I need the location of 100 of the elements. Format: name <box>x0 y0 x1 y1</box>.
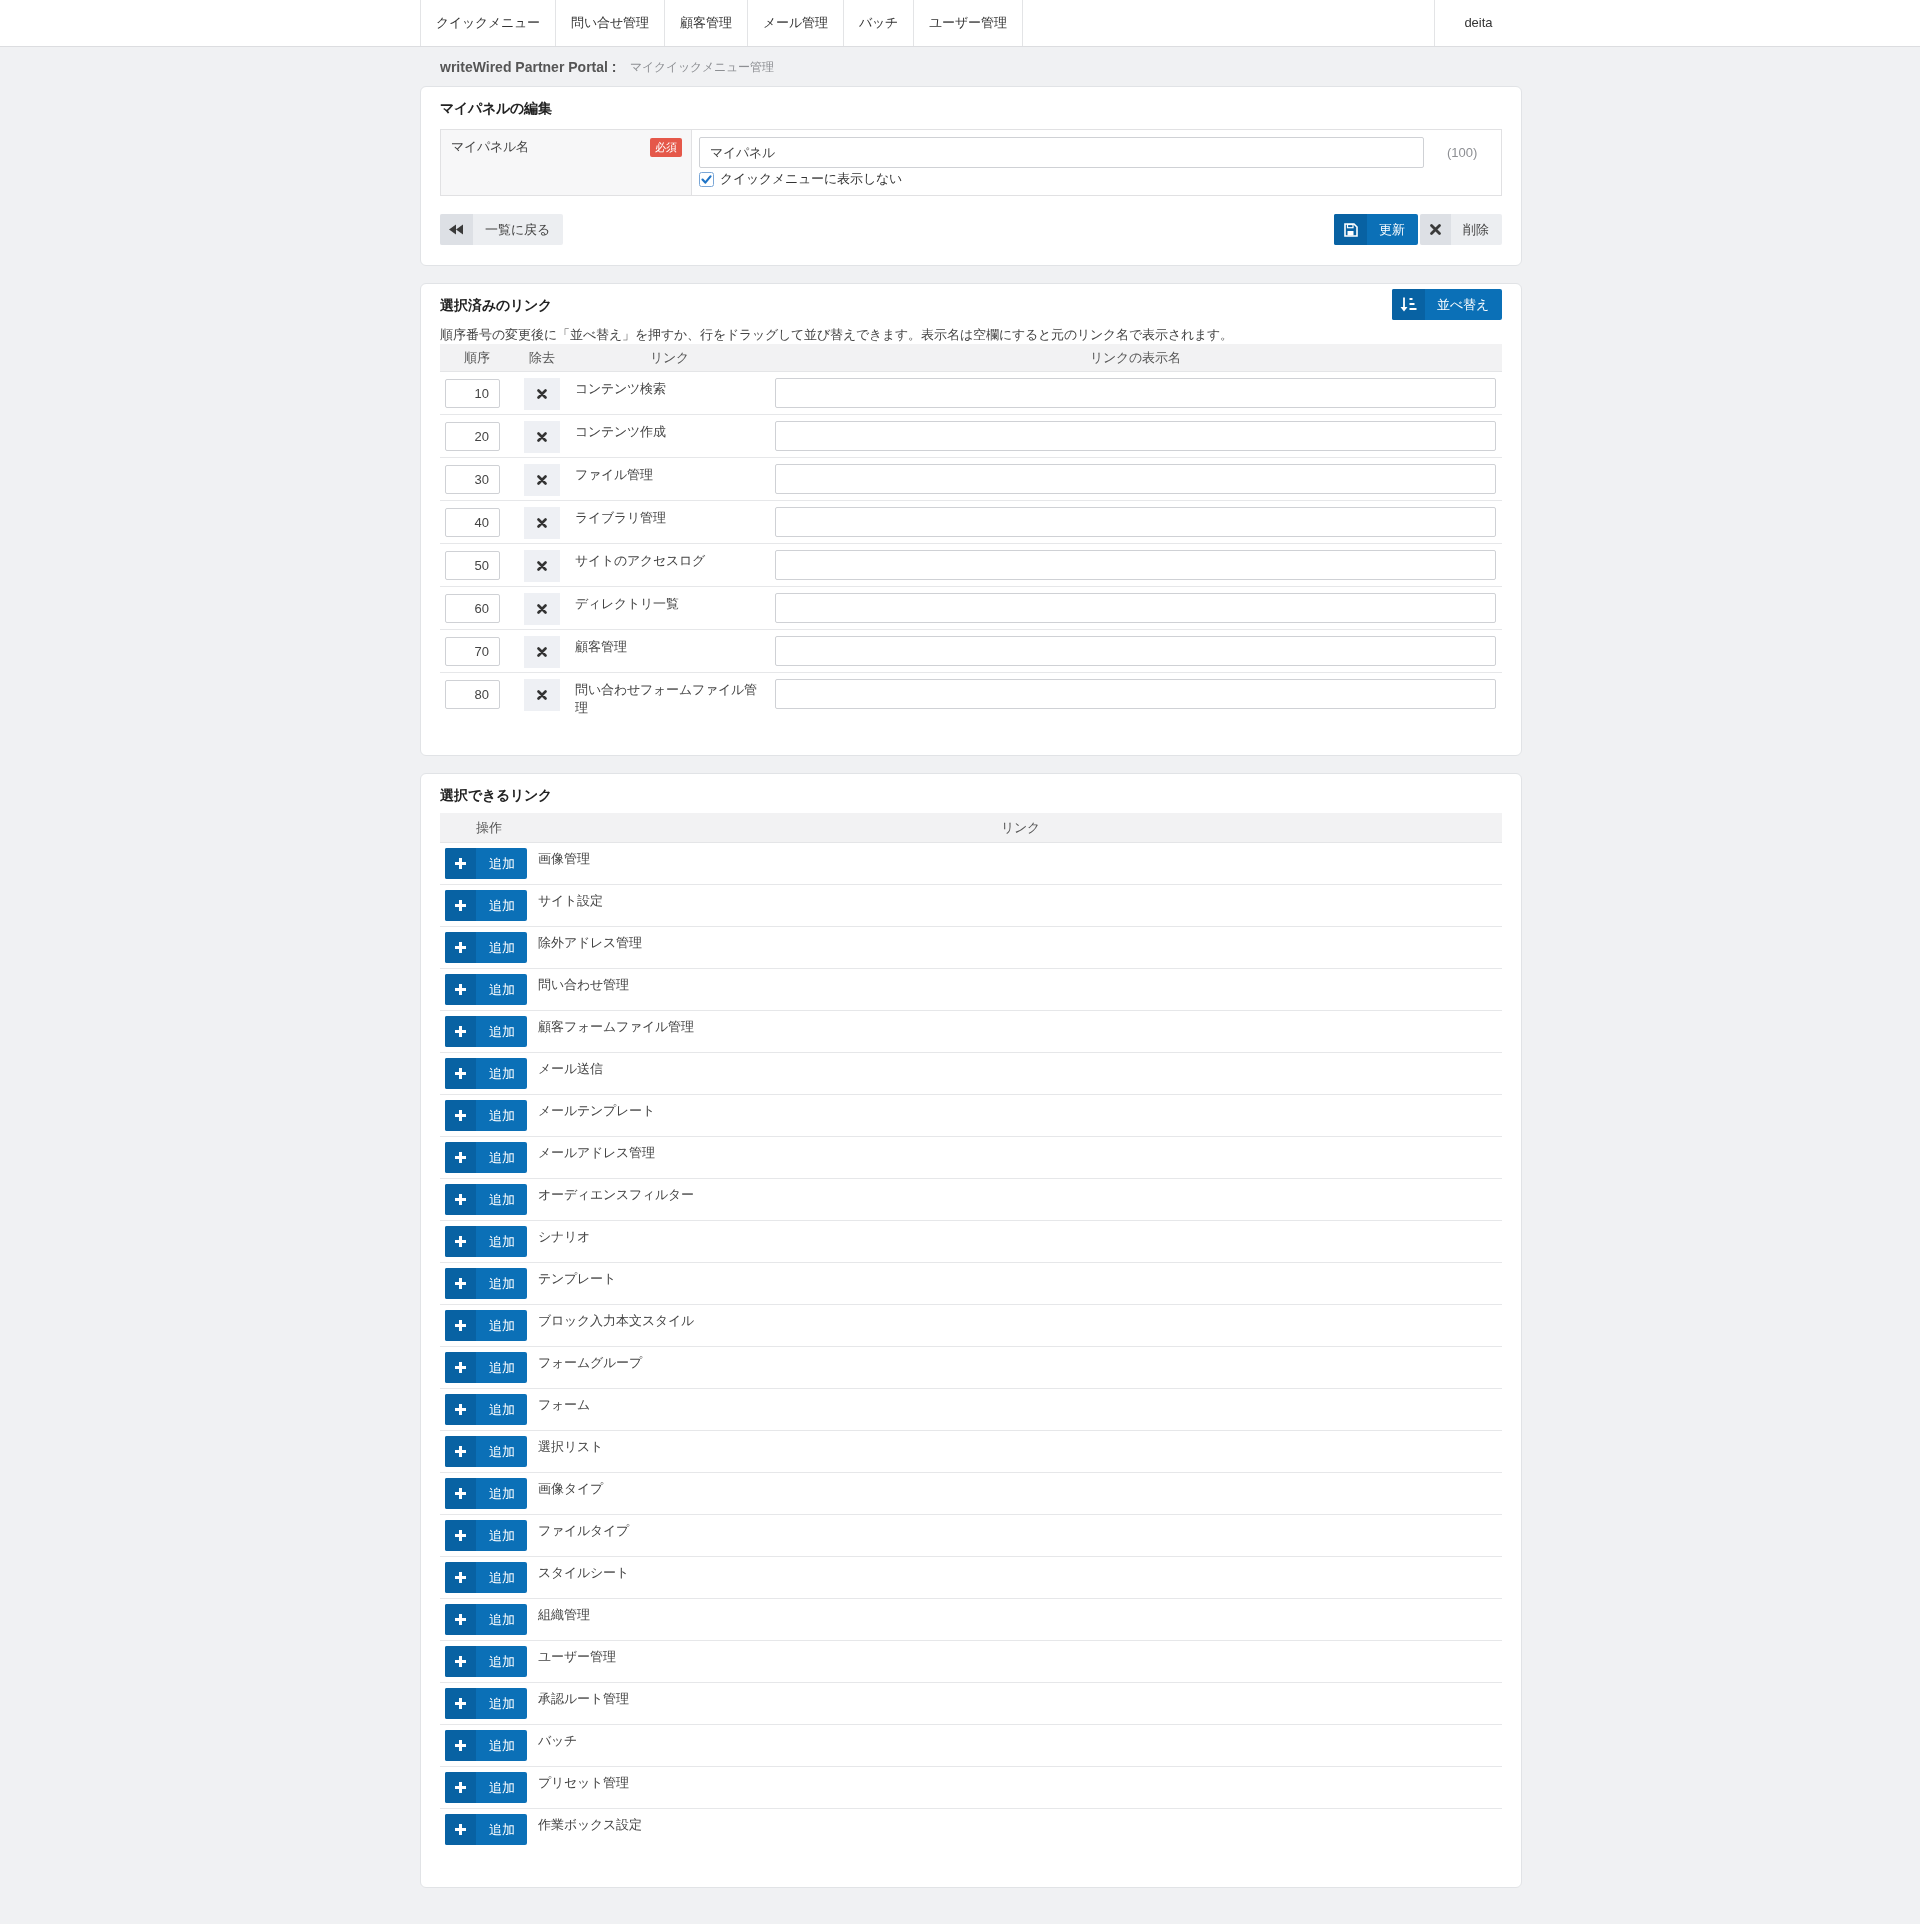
link-name: テンプレート <box>538 1270 616 1288</box>
add-button[interactable]: 追加 <box>445 1730 527 1761</box>
column-header: 操作 <box>476 818 502 837</box>
display-name-input[interactable] <box>775 421 1496 451</box>
plus-icon <box>445 1478 476 1509</box>
order-input[interactable]: 80 <box>445 680 500 709</box>
nav-menu-item[interactable]: ユーザー管理 <box>914 0 1023 46</box>
remove-button[interactable] <box>524 507 560 539</box>
display-name-input[interactable] <box>775 636 1496 666</box>
remove-button[interactable] <box>524 464 560 496</box>
column-header: リンク <box>1000 818 1040 837</box>
checkbox[interactable] <box>699 171 714 187</box>
nav-menu-item[interactable]: クイックメニュー <box>420 0 556 46</box>
user-menu[interactable]: deita <box>1434 0 1522 46</box>
section-title: マイパネルの編集 <box>440 99 553 118</box>
link-name: ユーザー管理 <box>538 1648 616 1666</box>
link-name: オーディエンスフィルター <box>538 1186 694 1204</box>
link-name: 除外アドレス管理 <box>538 934 642 952</box>
add-button[interactable]: 追加 <box>445 1394 527 1425</box>
plus-icon <box>445 1604 476 1635</box>
remove-button[interactable] <box>524 636 560 668</box>
order-input[interactable]: 60 <box>445 594 500 623</box>
add-button[interactable]: 追加 <box>445 1520 527 1551</box>
nav-menu-item[interactable]: バッチ <box>844 0 914 46</box>
plus-icon <box>445 1184 476 1215</box>
plus-icon <box>445 974 476 1005</box>
display-name-input[interactable] <box>775 464 1496 494</box>
display-name-input[interactable] <box>775 593 1496 623</box>
plus-icon <box>445 1394 476 1425</box>
add-button[interactable]: 追加 <box>445 1142 527 1173</box>
display-name-input[interactable] <box>775 378 1496 408</box>
add-button[interactable]: 追加 <box>445 1016 527 1047</box>
add-button[interactable]: 追加 <box>445 1646 527 1677</box>
display-name-input[interactable] <box>775 679 1496 709</box>
x-icon <box>537 561 547 571</box>
plus-icon <box>445 848 476 879</box>
add-button[interactable]: 追加 <box>445 848 527 879</box>
link-name: 画像タイプ <box>538 1480 603 1498</box>
plus-icon <box>445 1310 476 1341</box>
plus-icon <box>445 1730 476 1761</box>
add-button[interactable]: 追加 <box>445 1436 527 1467</box>
max-length-hint: (100) <box>1447 143 1478 162</box>
nav-menu-item[interactable]: 顧客管理 <box>665 0 748 46</box>
plus-icon <box>445 1352 476 1383</box>
add-button[interactable]: 追加 <box>445 1772 527 1803</box>
add-button[interactable]: 追加 <box>445 974 527 1005</box>
plus-icon <box>445 1226 476 1257</box>
plus-icon <box>445 1562 476 1593</box>
order-input[interactable]: 20 <box>445 422 500 451</box>
add-button[interactable]: 追加 <box>445 1226 527 1257</box>
delete-button[interactable]: 削除 <box>1420 214 1502 245</box>
link-name: 作業ボックス設定 <box>538 1816 642 1834</box>
add-button[interactable]: 追加 <box>445 890 527 921</box>
column-header: リンクの表示名 <box>1089 348 1181 367</box>
add-button[interactable]: 追加 <box>445 1604 527 1635</box>
add-button[interactable]: 追加 <box>445 1562 527 1593</box>
order-input[interactable]: 30 <box>445 465 500 494</box>
add-button[interactable]: 追加 <box>445 1310 527 1341</box>
panel-name-input[interactable]: マイパネル <box>699 137 1424 168</box>
plus-icon <box>445 1016 476 1047</box>
field-label: マイパネル名 <box>451 138 529 156</box>
remove-button[interactable] <box>524 679 560 711</box>
remove-button[interactable] <box>524 550 560 582</box>
display-name-input[interactable] <box>775 507 1496 537</box>
order-input[interactable]: 10 <box>445 379 500 408</box>
order-input[interactable]: 40 <box>445 508 500 537</box>
back-button[interactable]: 一覧に戻る <box>440 214 563 245</box>
link-name: 顧客フォームファイル管理 <box>538 1018 694 1036</box>
add-button[interactable]: 追加 <box>445 1478 527 1509</box>
order-input[interactable]: 50 <box>445 551 500 580</box>
plus-icon <box>445 1688 476 1719</box>
add-button[interactable]: 追加 <box>445 1058 527 1089</box>
sort-button[interactable]: 並べ替え <box>1392 289 1502 320</box>
close-icon <box>1420 214 1451 245</box>
display-name-input[interactable] <box>775 550 1496 580</box>
add-button[interactable]: 追加 <box>445 1814 527 1845</box>
add-button[interactable]: 追加 <box>445 1268 527 1299</box>
link-name: ブロック入力本文スタイル <box>538 1312 694 1330</box>
x-icon <box>537 432 547 442</box>
remove-button[interactable] <box>524 421 560 453</box>
add-button[interactable]: 追加 <box>445 1352 527 1383</box>
remove-button[interactable] <box>524 593 560 625</box>
x-icon <box>537 475 547 485</box>
column-header: 順序 <box>464 348 490 367</box>
nav-menu-item[interactable]: メール管理 <box>748 0 844 46</box>
update-button[interactable]: 更新 <box>1334 214 1418 245</box>
section-title: 選択済みのリンク <box>440 295 552 315</box>
add-button[interactable]: 追加 <box>445 1688 527 1719</box>
link-name: ファイル管理 <box>574 466 654 484</box>
plus-icon <box>445 1814 476 1845</box>
plus-icon <box>445 1520 476 1551</box>
link-name: フォームグループ <box>538 1354 642 1372</box>
link-name: ディレクトリ一覧 <box>574 595 680 613</box>
add-button[interactable]: 追加 <box>445 1184 527 1215</box>
plus-icon <box>445 1772 476 1803</box>
nav-menu-item[interactable]: 問い合せ管理 <box>556 0 665 46</box>
add-button[interactable]: 追加 <box>445 1100 527 1131</box>
order-input[interactable]: 70 <box>445 637 500 666</box>
add-button[interactable]: 追加 <box>445 932 527 963</box>
remove-button[interactable] <box>524 378 560 410</box>
